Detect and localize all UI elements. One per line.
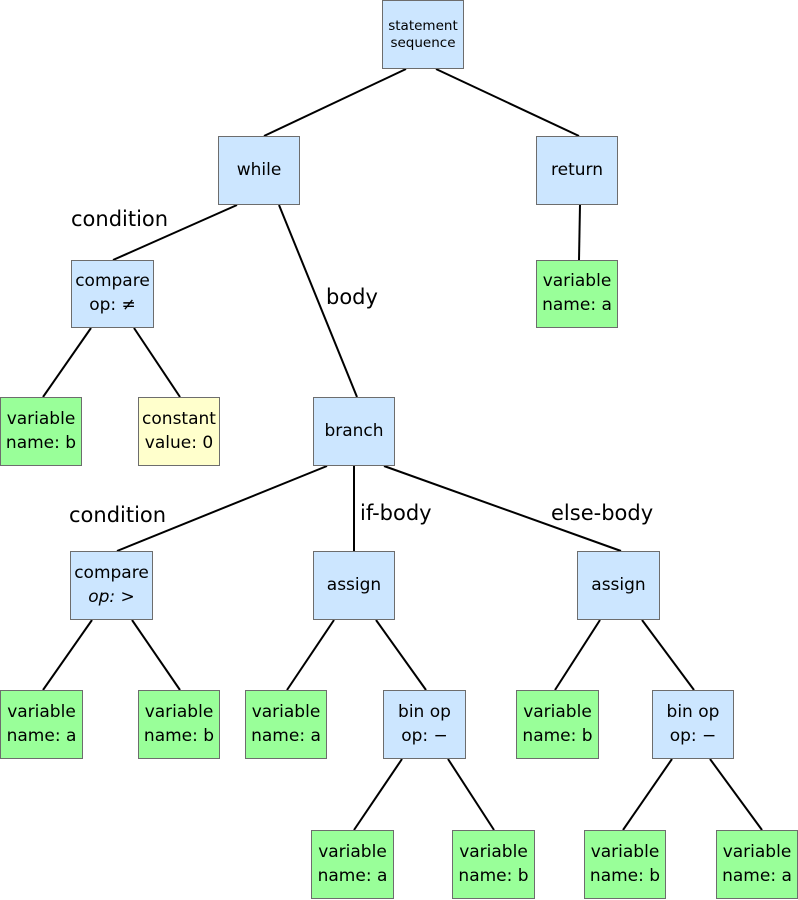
edge-binop2-var-a bbox=[709, 758, 763, 831]
node-variable: variable name: a bbox=[245, 690, 327, 759]
node-variable: variable name: b bbox=[584, 830, 666, 899]
node-variable: variable name: a bbox=[716, 830, 798, 899]
edge-assign2-binop bbox=[641, 619, 695, 691]
node-attribute: op: − bbox=[669, 725, 717, 746]
node-statement-sequence: statement sequence bbox=[382, 0, 464, 69]
edge-label-body: body bbox=[326, 285, 378, 309]
node-attribute: name: a bbox=[251, 725, 321, 746]
node-type: compare bbox=[75, 271, 150, 292]
node-type: variable bbox=[251, 701, 321, 722]
node-compare: compare op: ≠ bbox=[71, 260, 154, 328]
node-type: variable bbox=[144, 701, 214, 722]
node-variable: variable name: b bbox=[138, 690, 220, 759]
edge-label-else-body: else-body bbox=[551, 501, 654, 525]
node-type: assign bbox=[326, 574, 382, 595]
node-type: sequence bbox=[390, 34, 456, 51]
node-type: constant bbox=[142, 408, 216, 429]
node-type: variable bbox=[590, 841, 660, 862]
node-attribute: op: − bbox=[401, 725, 448, 746]
node-variable: variable name: b bbox=[452, 830, 535, 899]
node-variable: variable name: a bbox=[536, 260, 618, 328]
node-attribute: name: a bbox=[6, 725, 77, 746]
node-assign: assign bbox=[577, 551, 660, 620]
edge-root-return bbox=[435, 68, 580, 137]
node-bin-op: bin op op: − bbox=[383, 690, 466, 759]
node-type: statement bbox=[388, 17, 458, 34]
node-attribute: name: b bbox=[143, 725, 215, 746]
edge-binop1-var-a bbox=[353, 758, 403, 831]
node-branch: branch bbox=[313, 397, 395, 466]
edge-return-variable bbox=[578, 204, 581, 261]
edge-binop2-var-b bbox=[622, 758, 673, 831]
edge-label-if-body: if-body bbox=[360, 501, 432, 525]
edge-root-while bbox=[263, 68, 407, 137]
node-compare: compare op: > bbox=[70, 551, 153, 620]
edge-compare-constant bbox=[133, 327, 181, 398]
node-type: variable bbox=[459, 841, 528, 862]
node-variable: variable name: b bbox=[516, 690, 599, 759]
node-attribute: value: 0 bbox=[144, 432, 214, 453]
node-type: assign bbox=[591, 574, 646, 595]
node-attribute: op: > bbox=[88, 586, 135, 607]
node-type: while bbox=[236, 159, 282, 180]
node-type: variable bbox=[523, 701, 592, 722]
node-variable: variable name: a bbox=[0, 690, 83, 759]
node-type: variable bbox=[722, 841, 792, 862]
node-type: variable bbox=[542, 271, 612, 292]
node-variable: variable name: a bbox=[311, 830, 394, 899]
node-attribute: name: b bbox=[458, 865, 529, 886]
node-constant: constant value: 0 bbox=[138, 397, 220, 466]
node-type: bin op bbox=[666, 701, 720, 722]
node-attribute: name: a bbox=[722, 865, 792, 886]
node-variable: variable name: b bbox=[0, 397, 82, 466]
node-attribute: name: a bbox=[542, 295, 612, 315]
node-attribute: name: b bbox=[522, 725, 593, 746]
node-attribute: name: b bbox=[5, 432, 77, 453]
node-return: return bbox=[536, 136, 618, 205]
edge-label-condition: condition bbox=[71, 207, 169, 231]
edge-assign1-var bbox=[286, 619, 335, 691]
node-type: variable bbox=[7, 701, 76, 722]
edge-compare2-var-a bbox=[42, 619, 93, 691]
node-attribute: name: b bbox=[589, 865, 661, 886]
node-while: while bbox=[218, 136, 300, 205]
edge-binop1-var-b bbox=[447, 758, 495, 831]
node-type: variable bbox=[318, 841, 387, 862]
node-type: compare bbox=[74, 562, 149, 583]
node-type: return bbox=[551, 159, 603, 180]
edge-assign1-binop bbox=[375, 619, 427, 691]
edge-assign2-var bbox=[554, 619, 601, 691]
edges-layer bbox=[42, 68, 763, 831]
node-type: variable bbox=[6, 408, 76, 429]
edge-compare-variable bbox=[42, 327, 92, 398]
node-type: branch bbox=[324, 420, 384, 441]
node-attribute: name: a bbox=[317, 865, 388, 886]
edge-label-condition: condition bbox=[69, 503, 167, 527]
node-attribute: op: ≠ bbox=[89, 295, 136, 315]
node-bin-op: bin op op: − bbox=[652, 690, 734, 759]
edge-compare2-var-b bbox=[131, 619, 181, 691]
node-type: bin op bbox=[398, 701, 451, 722]
node-assign: assign bbox=[313, 551, 395, 620]
